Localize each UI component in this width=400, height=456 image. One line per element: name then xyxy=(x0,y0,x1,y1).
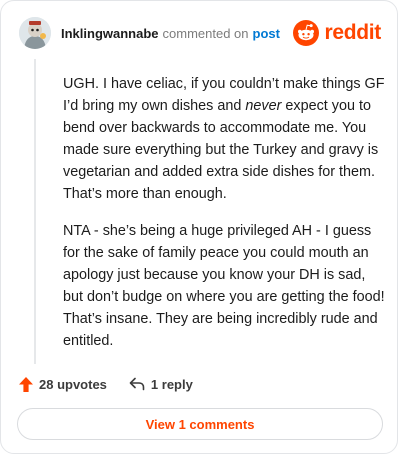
comment-paragraph: NTA - she’s being a huge privileged AH -… xyxy=(63,223,385,349)
comment-paragraph: UGH. I have celiac, if you couldn’t make… xyxy=(63,73,385,205)
comment-header: Inklingwannabe commented on post reddit xyxy=(19,15,381,51)
reply-count: 1 reply xyxy=(150,376,193,392)
comment-emphasis: never xyxy=(245,98,282,114)
upvote-button[interactable]: 28 upvotes xyxy=(19,376,107,392)
comment-card: Inklingwannabe commented on post reddit … xyxy=(0,0,398,454)
avatar[interactable] xyxy=(19,17,51,49)
avatar-icon xyxy=(19,17,51,49)
comment-body: UGH. I have celiac, if you couldn’t make… xyxy=(63,73,385,367)
reddit-logo[interactable]: reddit xyxy=(293,20,381,46)
brand-name: reddit xyxy=(324,21,381,44)
thread-line[interactable] xyxy=(34,59,36,364)
reply-button[interactable]: 1 reply xyxy=(129,377,193,392)
commented-text: commented on xyxy=(162,25,249,41)
comment-actions: 28 upvotes 1 reply xyxy=(19,373,193,395)
username[interactable]: Inklingwannabe xyxy=(61,26,159,41)
view-comments-button[interactable]: View 1 comments xyxy=(17,408,383,440)
upvote-count: 28 upvotes xyxy=(39,376,107,392)
comment-meta: Inklingwannabe commented on post xyxy=(61,26,280,41)
upvote-arrow-icon xyxy=(19,376,33,392)
post-link[interactable]: post xyxy=(253,26,280,41)
reply-arrow-icon xyxy=(129,377,145,391)
reddit-logo-icon xyxy=(293,20,320,46)
